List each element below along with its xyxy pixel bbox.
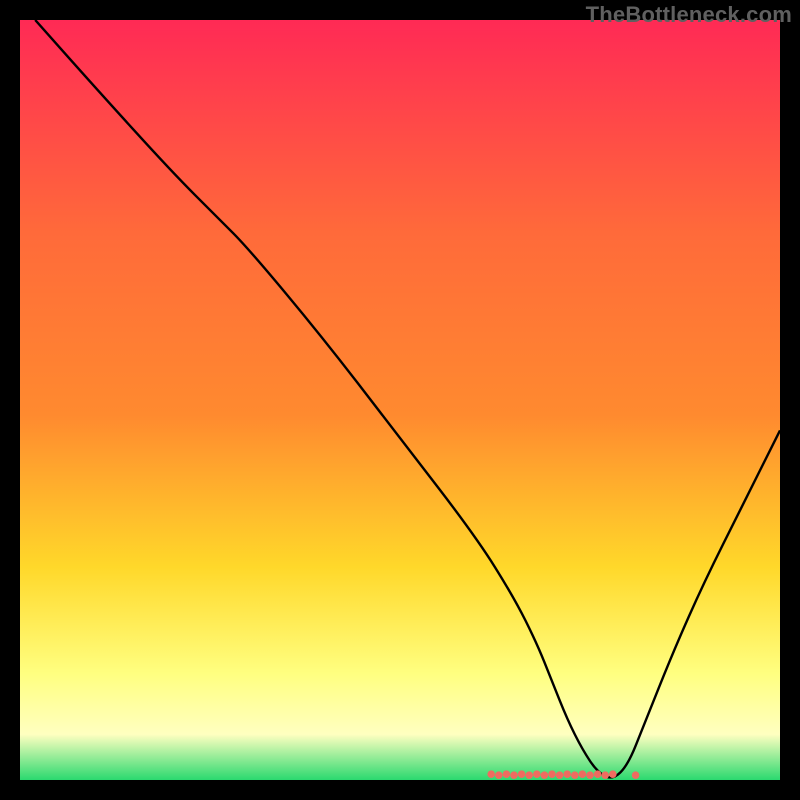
gradient-background <box>20 20 780 780</box>
chart-frame <box>20 20 780 780</box>
marker-point <box>609 770 617 778</box>
marker-point <box>510 771 518 779</box>
marker-point <box>541 771 549 779</box>
marker-point <box>503 770 511 778</box>
marker-point <box>487 770 495 778</box>
bottleneck-chart <box>20 20 780 780</box>
marker-point <box>579 770 587 778</box>
marker-point <box>586 771 594 779</box>
source-watermark: TheBottleneck.com <box>586 2 792 28</box>
marker-point <box>533 770 541 778</box>
marker-point <box>571 771 579 779</box>
marker-point <box>556 771 564 779</box>
marker-point <box>548 770 556 778</box>
marker-point <box>518 770 526 778</box>
marker-point <box>601 771 609 779</box>
marker-point <box>632 771 640 779</box>
marker-point <box>563 770 571 778</box>
marker-point <box>594 770 602 778</box>
marker-point <box>525 771 533 779</box>
marker-point <box>495 771 503 779</box>
